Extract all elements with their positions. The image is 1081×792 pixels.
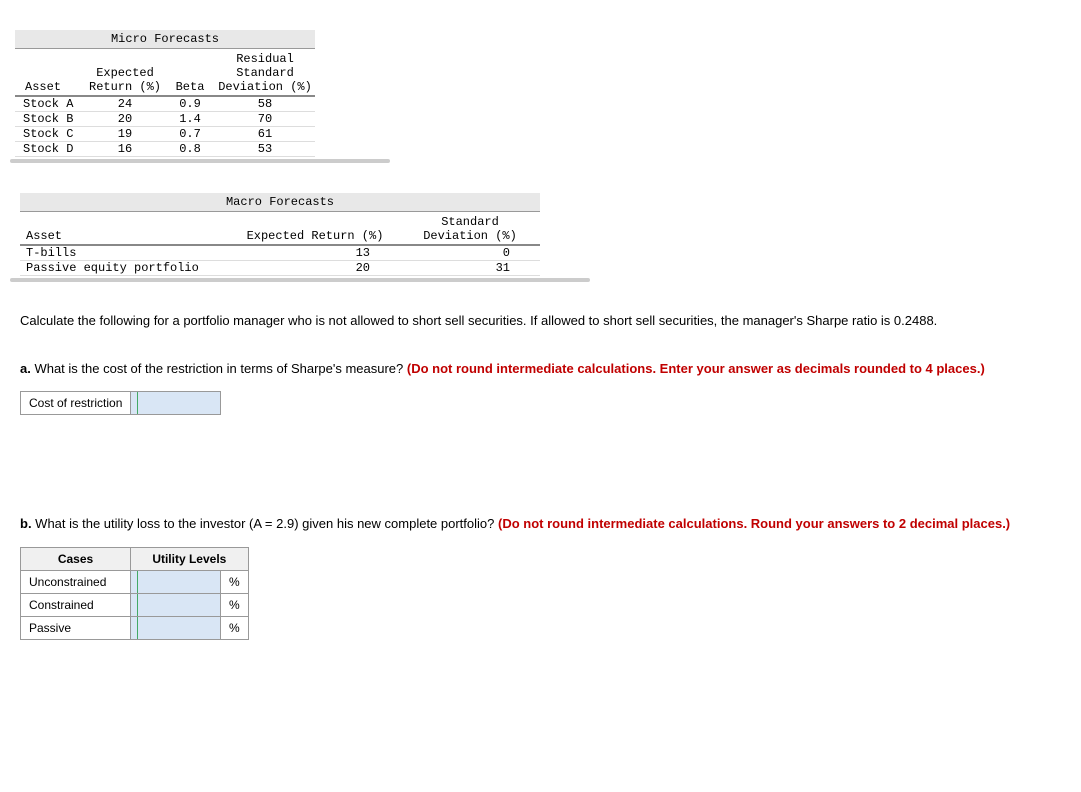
macro-forecasts-table: Macro Forecasts Asset Expected Return (%… bbox=[20, 193, 580, 282]
th-cases: Cases bbox=[21, 547, 131, 570]
cost-label: Cost of restriction bbox=[21, 392, 131, 415]
table-row: Passive % bbox=[21, 616, 249, 639]
table-cell: 53 bbox=[215, 142, 315, 157]
utility-input-constrained[interactable] bbox=[131, 593, 221, 616]
th-asset: Asset bbox=[15, 51, 85, 97]
utility-levels-table: Cases Utility Levels Unconstrained % Con… bbox=[20, 547, 249, 640]
utility-input-passive[interactable] bbox=[131, 616, 221, 639]
table-row: Constrained % bbox=[21, 593, 249, 616]
table-cell: Stock C bbox=[15, 127, 85, 142]
qb-label: b. bbox=[20, 516, 32, 531]
table-cell: 0 bbox=[400, 246, 540, 261]
utility-input-unconstrained[interactable] bbox=[131, 570, 221, 593]
qa-label: a. bbox=[20, 361, 31, 376]
th-utility-levels: Utility Levels bbox=[131, 547, 249, 570]
th-expected-return: Expected Return (%) bbox=[230, 214, 400, 246]
table-cell: 0.7 bbox=[165, 127, 215, 142]
table-cell: 19 bbox=[85, 127, 165, 142]
percent-unit: % bbox=[221, 616, 249, 639]
percent-unit: % bbox=[221, 593, 249, 616]
table-cell: 13 bbox=[230, 246, 400, 261]
intro-paragraph: Calculate the following for a portfolio … bbox=[20, 312, 1061, 330]
macro-title: Macro Forecasts bbox=[20, 193, 540, 212]
case-label: Passive bbox=[21, 616, 131, 639]
table-row: Unconstrained % bbox=[21, 570, 249, 593]
table-cell: 58 bbox=[215, 97, 315, 112]
th-beta: Beta bbox=[165, 51, 215, 97]
th-standard-deviation: Standard Deviation (%) bbox=[400, 214, 540, 246]
question-a: a. What is the cost of the restriction i… bbox=[20, 360, 1061, 378]
question-b: b. What is the utility loss to the inves… bbox=[20, 515, 1061, 533]
qa-text: What is the cost of the restriction in t… bbox=[31, 361, 407, 376]
table-cell: T-bills bbox=[20, 246, 230, 261]
th-residual-sd: Residual Standard Deviation (%) bbox=[215, 51, 315, 97]
micro-title: Micro Forecasts bbox=[15, 30, 315, 49]
percent-unit: % bbox=[221, 570, 249, 593]
table-cell: 70 bbox=[215, 112, 315, 127]
table-cell: 16 bbox=[85, 142, 165, 157]
qb-text: What is the utility loss to the investor… bbox=[32, 516, 498, 531]
table-cell: Passive equity portfolio bbox=[20, 261, 230, 276]
table-cell: 0.8 bbox=[165, 142, 215, 157]
table-cell: 61 bbox=[215, 127, 315, 142]
case-label: Constrained bbox=[21, 593, 131, 616]
table-cell: Stock A bbox=[15, 97, 85, 112]
table-cell: 0.9 bbox=[165, 97, 215, 112]
qb-hint: (Do not round intermediate calculations.… bbox=[498, 516, 1010, 531]
cost-input[interactable] bbox=[131, 392, 221, 415]
table-cell: Stock B bbox=[15, 112, 85, 127]
th-expected-return: Expected Return (%) bbox=[85, 51, 165, 97]
table-cell: Stock D bbox=[15, 142, 85, 157]
case-label: Unconstrained bbox=[21, 570, 131, 593]
th-asset: Asset bbox=[20, 214, 230, 246]
table-cell: 20 bbox=[230, 261, 400, 276]
table-cell: 20 bbox=[85, 112, 165, 127]
table-cell: 1.4 bbox=[165, 112, 215, 127]
qa-hint: (Do not round intermediate calculations.… bbox=[407, 361, 985, 376]
micro-forecasts-table: Micro Forecasts Asset Expected Return (%… bbox=[20, 30, 380, 163]
cost-of-restriction-table: Cost of restriction bbox=[20, 391, 221, 415]
table-cell: 24 bbox=[85, 97, 165, 112]
table-cell: 31 bbox=[400, 261, 540, 276]
